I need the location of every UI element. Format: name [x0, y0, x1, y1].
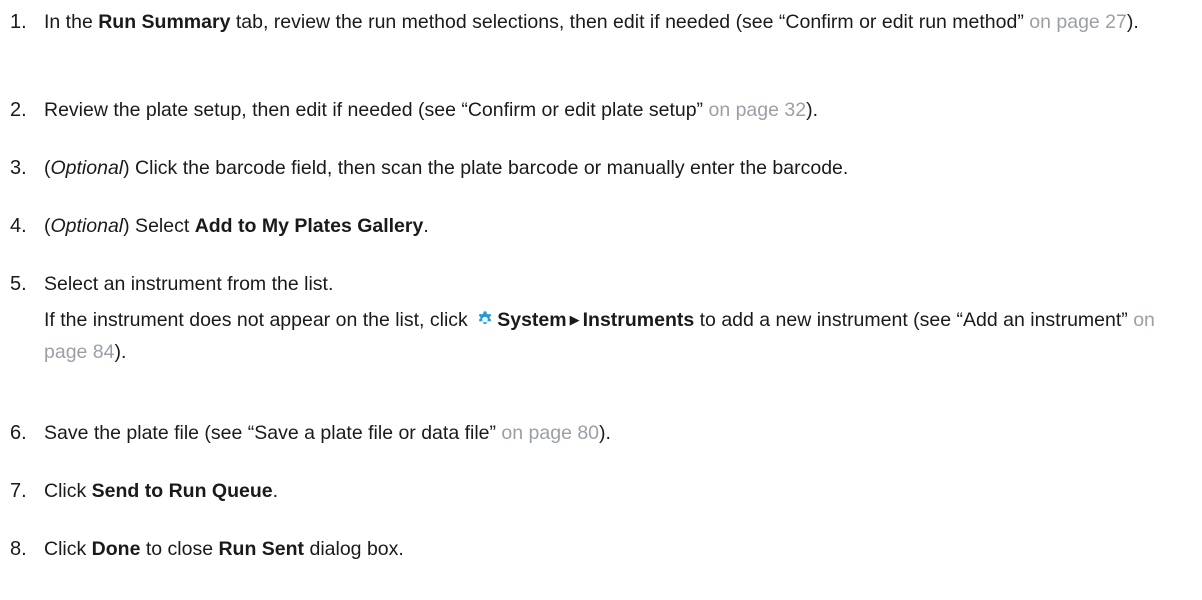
step-number: 8. — [10, 538, 27, 560]
ui-term-add-to-my-plates-gallery: Add to My Plates Gallery — [194, 215, 424, 237]
optional-label: Optional — [50, 215, 124, 237]
step-number: 5. — [10, 273, 27, 295]
text: Select — [129, 215, 195, 237]
ui-term-send-to-run-queue: Send to Run Queue — [91, 480, 273, 502]
optional-label: Optional — [50, 157, 124, 179]
ui-term-system: System — [497, 309, 567, 331]
step-number: 3. — [10, 157, 27, 179]
step-text: Click Send to Run Queue. — [44, 477, 1194, 506]
step-8: 8. Click Done to close Run Sent dialog b… — [10, 535, 1194, 564]
text: Save the plate file (see “Save a plate f… — [44, 422, 502, 444]
text: to close — [140, 538, 219, 560]
text: dialog box. — [304, 538, 404, 560]
step-text: (Optional) Click the barcode field, then… — [44, 154, 1194, 183]
step-number: 7. — [10, 480, 27, 502]
step-3: 3. (Optional) Click the barcode field, t… — [10, 154, 1194, 183]
text: ). — [114, 341, 127, 363]
gear-icon — [475, 309, 495, 338]
step-2: 2. Review the plate setup, then edit if … — [10, 96, 1194, 125]
text: to add a new instrument (see “Add an ins… — [694, 309, 1134, 331]
step-1: 1. In the Run Summary tab, review the ru… — [10, 8, 1194, 37]
step-number: 4. — [10, 215, 27, 237]
text: In the — [44, 11, 99, 33]
ui-term-run-summary: Run Summary — [98, 11, 231, 33]
ui-term-done: Done — [91, 538, 141, 560]
text: Click — [44, 538, 92, 560]
arrow-right-icon: ▶ — [569, 312, 580, 327]
text: tab, review the run method selections, t… — [230, 11, 1030, 33]
step-continuation: If the instrument does not appear on the… — [44, 305, 1194, 367]
text: Select an instrument from the list. — [44, 273, 334, 295]
text: ). — [1126, 11, 1139, 33]
text: ). — [806, 99, 818, 121]
text: Click the barcode field, then scan the p… — [129, 157, 849, 179]
step-text: Select an instrument from the list. — [44, 270, 1194, 299]
page-reference-link[interactable]: on page 32 — [708, 99, 806, 121]
instruction-steps: 1. In the Run Summary tab, review the ru… — [0, 0, 1202, 600]
step-number: 1. — [10, 11, 27, 33]
text: Click — [44, 480, 92, 502]
step-4: 4. (Optional) Select Add to My Plates Ga… — [10, 212, 1194, 241]
ui-term-run-sent: Run Sent — [218, 538, 305, 560]
text: . — [272, 480, 279, 502]
page-reference-link[interactable]: on page 80 — [501, 422, 599, 444]
page-reference-link[interactable]: on page 27 — [1029, 11, 1127, 33]
text: ). — [599, 422, 611, 444]
step-text: Save the plate file (see “Save a plate f… — [44, 419, 1194, 448]
ui-term-instruments: Instruments — [582, 309, 695, 331]
text: If the instrument does not appear on the… — [44, 309, 474, 331]
text: . — [423, 215, 429, 237]
step-text: In the Run Summary tab, review the run m… — [44, 8, 1194, 37]
step-6: 6. Save the plate file (see “Save a plat… — [10, 419, 1194, 448]
step-number: 6. — [10, 422, 27, 444]
step-text: (Optional) Select Add to My Plates Galle… — [44, 212, 1194, 241]
step-text: Click Done to close Run Sent dialog box. — [44, 535, 1194, 564]
step-5: 5. Select an instrument from the list. I… — [10, 270, 1194, 367]
step-7: 7. Click Send to Run Queue. — [10, 477, 1194, 506]
gear-icon-svg — [479, 311, 492, 325]
step-number: 2. — [10, 99, 27, 121]
text: Review the plate setup, then edit if nee… — [44, 99, 709, 121]
step-text: Review the plate setup, then edit if nee… — [44, 96, 1194, 125]
